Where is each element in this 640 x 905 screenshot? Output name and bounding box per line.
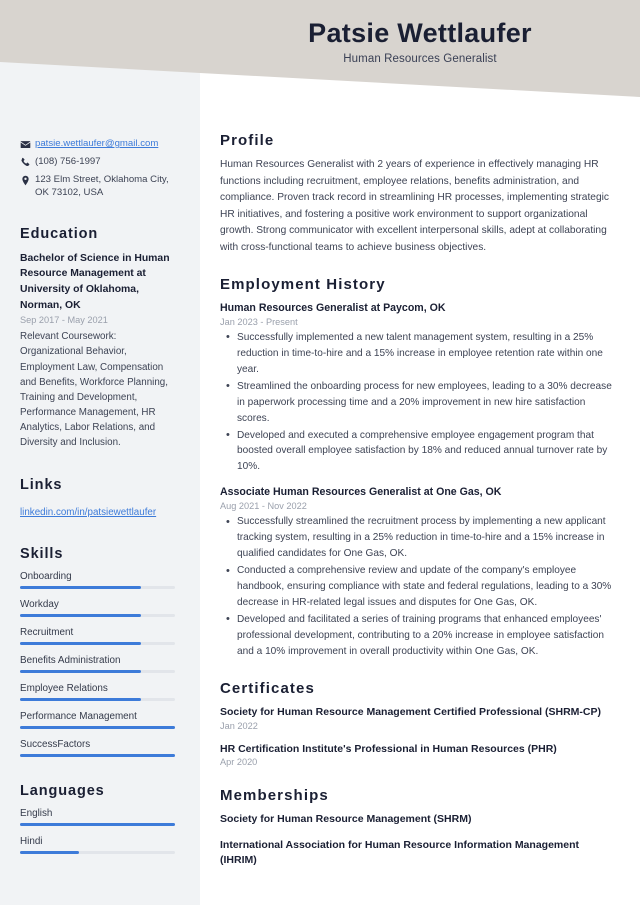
skill-label: Benefits Administration xyxy=(20,654,121,666)
phone-icon xyxy=(20,156,35,168)
links-section: Links linkedin.com/in/patsiewettlaufer xyxy=(20,477,182,520)
contact-phone-row: (108) 756-1997 xyxy=(20,156,182,169)
contact-block: patsie.wettlaufer@gmail.com (108) 756-19… xyxy=(20,138,182,200)
links-heading: Links xyxy=(20,476,63,493)
certificate-name: HR Certification Institute's Professiona… xyxy=(220,742,557,755)
candidate-job-title: Human Resources Generalist xyxy=(343,52,497,65)
skill-level-track xyxy=(20,585,175,589)
employment-bullet: Successfully implemented a new talent ma… xyxy=(220,329,616,378)
employment-bullets: Successfully streamlined the recruitment… xyxy=(220,514,616,659)
skill-level-track xyxy=(20,725,175,729)
skill-item: Recruitment xyxy=(20,627,182,645)
employment-bullet: Successfully streamlined the recruitment… xyxy=(220,514,616,562)
skill-label: SuccessFactors xyxy=(20,738,91,750)
employment-entry: Associate Human Resources Generalist at … xyxy=(220,485,616,659)
envelope-icon xyxy=(20,138,35,150)
employment-bullet: Developed and facilitated a series of tr… xyxy=(220,611,616,660)
phone-value: (108) 756-1997 xyxy=(35,155,101,167)
language-level-track xyxy=(20,822,175,826)
certificate-name: Society for Human Resource Management Ce… xyxy=(220,705,601,718)
main-column: Profile Human Resources Generalist with … xyxy=(200,110,640,888)
skill-item: SuccessFactors xyxy=(20,739,182,757)
certificate-entry: HR Certification Institute's Professiona… xyxy=(220,742,616,768)
memberships-section: Memberships Society for Human Resource M… xyxy=(220,787,616,868)
memberships-heading: Memberships xyxy=(220,787,329,805)
education-section: Education Bachelor of Science in Human R… xyxy=(20,226,182,451)
language-level-track xyxy=(20,850,175,854)
employment-bullet: Developed and executed a comprehensive e… xyxy=(220,427,616,476)
link-item-linkedin[interactable]: linkedin.com/in/patsiewettlaufer xyxy=(20,507,156,518)
skill-label: Employee Relations xyxy=(20,682,108,694)
profile-text: Human Resources Generalist with 2 years … xyxy=(220,159,609,253)
language-label: English xyxy=(20,807,53,819)
language-level-fill xyxy=(20,850,79,854)
profile-heading: Profile xyxy=(220,132,275,149)
certificate-date: Jan 2022 xyxy=(220,720,258,731)
email-link[interactable]: patsie.wettlaufer@gmail.com xyxy=(35,138,158,149)
education-heading: Education xyxy=(20,225,99,242)
language-item: English xyxy=(20,808,182,826)
membership-entry: International Association for Human Reso… xyxy=(220,838,579,866)
language-label: Hindi xyxy=(20,835,43,847)
employment-bullet: Conducted a comprehensive review and upd… xyxy=(220,563,616,611)
header: Patsie Wettlaufer Human Resources Genera… xyxy=(200,0,640,65)
skills-heading: Skills xyxy=(20,545,64,562)
contact-email-row[interactable]: patsie.wettlaufer@gmail.com xyxy=(20,138,182,151)
employment-history-section: Employment History Human Resources Gener… xyxy=(220,276,616,660)
skill-level-fill xyxy=(20,641,141,645)
membership-entry: Society for Human Resource Management (S… xyxy=(220,813,472,826)
skill-level-track xyxy=(20,753,175,757)
employment-date: Jan 2023 - Present xyxy=(220,316,298,327)
certificate-entry: Society for Human Resource Management Ce… xyxy=(220,705,616,731)
skill-level-track xyxy=(20,641,175,645)
skill-level-fill xyxy=(20,585,141,589)
education-description: Relevant Coursework: Organizational Beha… xyxy=(20,331,168,449)
certificates-heading: Certificates xyxy=(220,679,315,697)
languages-heading: Languages xyxy=(20,782,105,799)
skill-item: Benefits Administration xyxy=(20,655,182,673)
employment-bullet: Streamlined the onboarding process for n… xyxy=(220,378,616,427)
skill-level-fill xyxy=(20,725,175,729)
employment-title: Associate Human Resources Generalist at … xyxy=(220,486,502,499)
employment-history-heading: Employment History xyxy=(220,276,386,294)
skill-item: Onboarding xyxy=(20,571,182,589)
employment-date: Aug 2021 - Nov 2022 xyxy=(220,501,307,512)
skill-label: Onboarding xyxy=(20,570,72,582)
skill-item: Workday xyxy=(20,599,182,617)
certificates-section: Certificates Society for Human Resource … xyxy=(220,680,616,768)
skill-item: Performance Management xyxy=(20,711,182,729)
skill-level-track xyxy=(20,697,175,701)
address-value: 123 Elm Street, Oklahoma City, OK 73102,… xyxy=(35,173,169,198)
sidebar: patsie.wettlaufer@gmail.com (108) 756-19… xyxy=(0,110,200,864)
certificate-date: Apr 2020 xyxy=(220,757,258,768)
skill-label: Recruitment xyxy=(20,626,74,638)
skill-level-track xyxy=(20,669,175,673)
skills-section: Skills Onboarding Workday Recruitment Be… xyxy=(20,546,182,757)
contact-address-row: 123 Elm Street, Oklahoma City, OK 73102,… xyxy=(20,174,182,200)
languages-section: Languages English Hindi xyxy=(20,783,182,854)
employment-title: Human Resources Generalist at Paycom, OK xyxy=(220,302,446,315)
skill-level-fill xyxy=(20,669,141,673)
education-date: Sep 2017 - May 2021 xyxy=(20,315,108,326)
skill-item: Employee Relations xyxy=(20,683,182,701)
employment-entry: Human Resources Generalist at Paycom, OK… xyxy=(220,301,616,475)
location-pin-icon xyxy=(20,174,35,186)
skill-label: Workday xyxy=(20,598,59,610)
employment-bullets: Successfully implemented a new talent ma… xyxy=(220,329,616,476)
skill-level-fill xyxy=(20,697,141,701)
candidate-name: Patsie Wettlaufer xyxy=(308,18,532,48)
profile-section: Profile Human Resources Generalist with … xyxy=(220,132,616,256)
resume-page: Patsie Wettlaufer Human Resources Genera… xyxy=(0,0,640,905)
skill-level-fill xyxy=(20,613,141,617)
language-level-fill xyxy=(20,822,175,826)
skill-level-fill xyxy=(20,753,175,757)
skill-label: Performance Management xyxy=(20,710,137,722)
skill-level-track xyxy=(20,613,175,617)
language-item: Hindi xyxy=(20,836,182,854)
education-degree: Bachelor of Science in Human Resource Ma… xyxy=(20,252,170,311)
